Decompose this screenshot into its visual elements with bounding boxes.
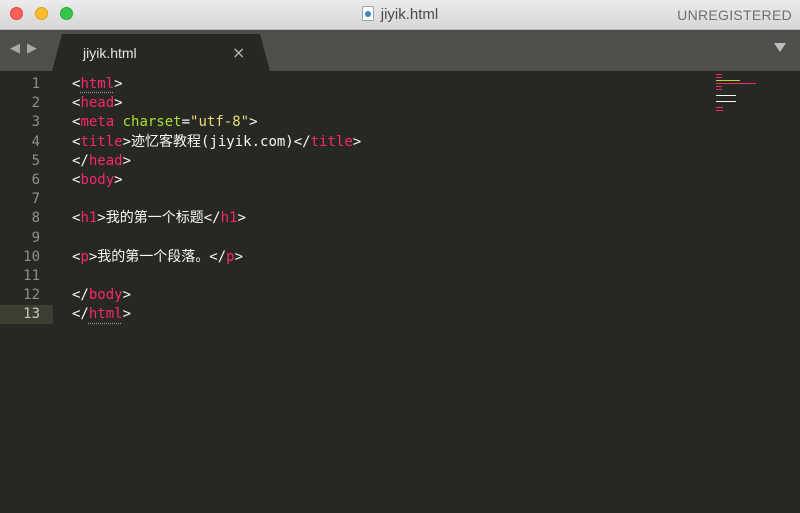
code-token: title — [310, 133, 353, 150]
code-token: > — [234, 248, 244, 265]
line-number: 10 — [23, 248, 40, 265]
code-text: <title>迹忆客教程(jiyik.com)</title> — [72, 133, 361, 152]
code-line[interactable]: 8 <h1>我的第一个标题</h1> — [0, 209, 800, 228]
code-token: = — [181, 114, 191, 131]
code-line[interactable]: 13 </html> — [0, 305, 800, 325]
minimap[interactable] — [716, 74, 766, 114]
code-text: <head> — [72, 94, 123, 113]
code-text: </html> — [72, 305, 131, 324]
line-number: 8 — [31, 210, 40, 227]
code-token: >迹忆客教程(jiyik.com)</ — [122, 133, 311, 150]
code-token: p — [226, 248, 235, 265]
line-number: 1 — [31, 76, 40, 92]
line-number: 11 — [23, 268, 40, 284]
line-number: 3 — [31, 114, 40, 131]
code-token: title — [80, 133, 123, 150]
code-token: > — [237, 210, 246, 227]
tab-close-icon[interactable]: × — [232, 43, 245, 62]
code-token: </ — [72, 152, 89, 169]
code-token: >我的第一个标题</ — [97, 210, 221, 227]
code-text: </head> — [72, 152, 131, 171]
line-number: 6 — [31, 172, 40, 188]
line-number: 5 — [31, 152, 40, 169]
code-token: > — [114, 76, 123, 92]
code-token: </ — [72, 287, 89, 304]
code-token: body — [80, 172, 115, 188]
back-arrow-icon[interactable]: ◀ — [10, 41, 20, 56]
code-line[interactable]: 1 <html> — [0, 75, 800, 94]
code-token: body — [88, 287, 123, 304]
code-line[interactable]: 6 <body> — [0, 171, 800, 190]
code-token: h1 — [80, 210, 98, 227]
code-token: > — [352, 133, 362, 150]
code-token: charset — [122, 114, 182, 131]
code-line[interactable]: 10 <p>我的第一个段落。</p> — [0, 248, 800, 267]
code-editor[interactable]: 1 <html> 2 <head> 3 <meta charset="utf-8"> 4 <t… — [0, 71, 800, 513]
code-token: >我的第一个段落。</ — [88, 248, 227, 265]
code-token: "utf-8" — [190, 114, 250, 131]
code-token: p — [80, 248, 89, 265]
code-line[interactable]: 4 <title>迹忆客教程(jiyik.com)</title> — [0, 133, 800, 152]
code-line[interactable]: 9 — [0, 229, 800, 248]
code-line[interactable]: 3 <meta charset="utf-8"> — [0, 113, 800, 132]
tab-jiyik-html[interactable]: jiyik.html × — [52, 34, 270, 71]
code-line[interactable]: 5 </head> — [0, 152, 800, 171]
line-number: 4 — [31, 133, 40, 150]
window-title-text: jiyik.html — [380, 6, 439, 23]
tab-label: jiyik.html — [83, 45, 137, 61]
code-token: > — [249, 114, 258, 131]
code-token: html — [80, 76, 115, 92]
line-number: 12 — [23, 287, 40, 304]
title-bar: jiyik.html UNREGISTERED — [0, 0, 800, 30]
code-line[interactable]: 11 — [0, 267, 800, 286]
code-line[interactable]: 12 </body> — [0, 286, 800, 305]
unregistered-label: UNREGISTERED — [677, 7, 792, 23]
code-text: <p>我的第一个段落。</p> — [72, 248, 243, 267]
tab-bar: ◀ ▶ jiyik.html × — [0, 30, 800, 71]
code-text: </body> — [72, 286, 131, 305]
forward-arrow-icon[interactable]: ▶ — [27, 41, 37, 56]
html-file-icon — [361, 6, 374, 21]
line-number: 2 — [31, 95, 40, 112]
code-line[interactable]: 2 <head> — [0, 94, 800, 113]
code-token: meta — [80, 114, 115, 131]
code-line[interactable]: 7 — [0, 190, 800, 209]
code-text: <body> — [72, 171, 123, 190]
code-text: <h1>我的第一个标题</h1> — [72, 209, 246, 228]
code-token: head — [88, 152, 123, 169]
code-text: <html> — [72, 75, 123, 94]
code-token: </ — [72, 306, 89, 323]
code-token: > — [122, 152, 132, 169]
code-token: h1 — [220, 210, 238, 227]
tab-dropdown-icon[interactable] — [774, 43, 786, 52]
code-text: <meta charset="utf-8"> — [72, 113, 258, 132]
code-token: > — [114, 172, 123, 188]
code-token: head — [80, 95, 115, 112]
line-number: 9 — [31, 229, 40, 246]
code-token: > — [114, 95, 123, 112]
code-token: > — [122, 287, 132, 304]
code-token: html — [88, 306, 123, 323]
line-number: 7 — [31, 191, 40, 208]
code-token: > — [122, 306, 132, 323]
line-number: 13 — [0, 305, 53, 325]
